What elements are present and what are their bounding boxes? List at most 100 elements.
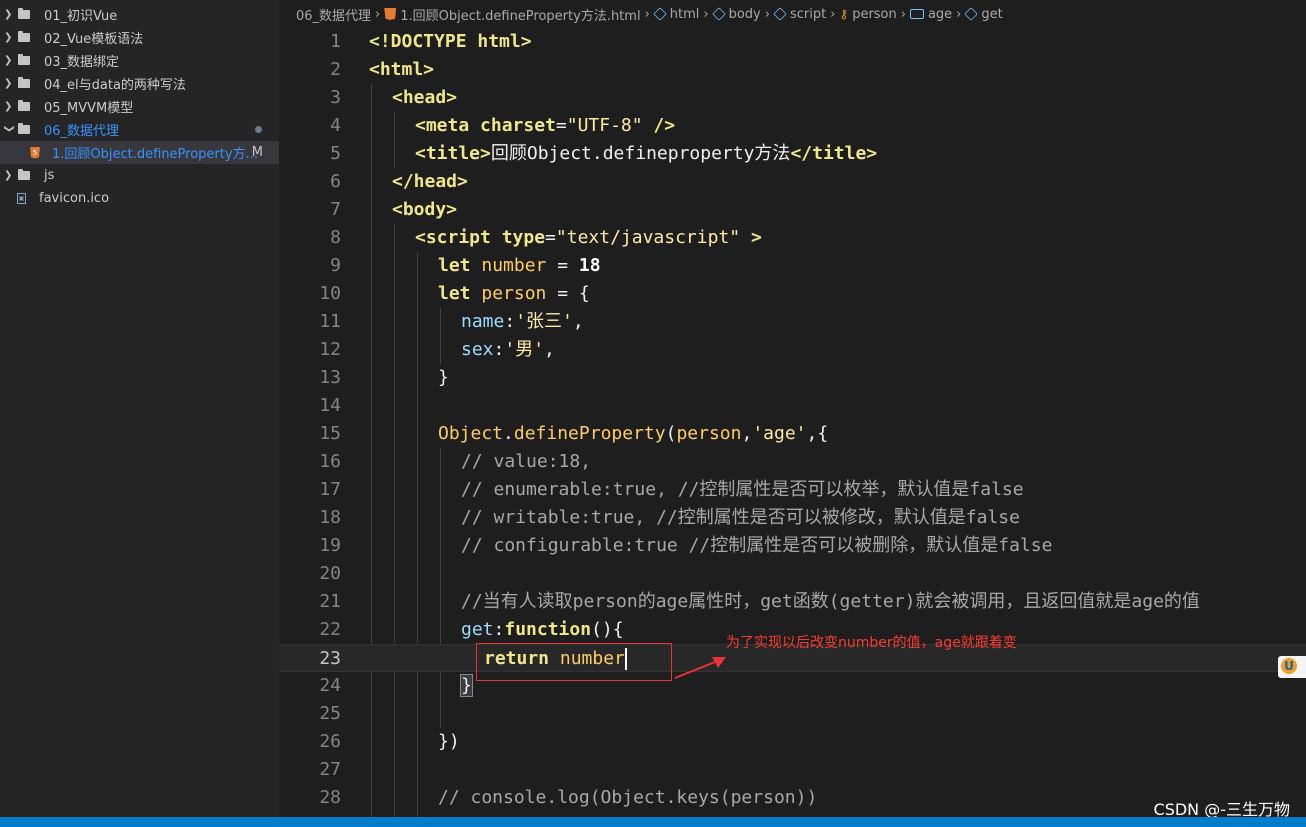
- breadcrumb-item[interactable]: body: [729, 7, 761, 22]
- code-token: =: [555, 115, 567, 136]
- code-line: 25: [279, 700, 1306, 728]
- code-line: 3 <head>: [279, 84, 1306, 112]
- code-token: }: [438, 367, 449, 388]
- tree-folder-06[interactable]: ❯ 06_数据代理: [0, 118, 279, 141]
- modified-dot-icon: [255, 126, 262, 133]
- tree-folder-05[interactable]: ❯ 05_MVVM模型: [0, 95, 279, 118]
- line-number: 7: [330, 199, 341, 220]
- line-number: 3: [330, 87, 341, 108]
- code-token: ,: [544, 339, 555, 360]
- tree-item-label: 01_初识Vue: [44, 9, 118, 24]
- tree-folder-02[interactable]: ❯ 02_Vue模板语法: [0, 26, 279, 49]
- code-line: 26}): [279, 728, 1306, 756]
- tree-folder-js[interactable]: ❯ js: [0, 164, 279, 187]
- code-comment: // writable:true, //控制属性是否可以被修改，默认值是fals…: [461, 507, 1020, 528]
- tree-file-favicon[interactable]: ▣ favicon.ico: [0, 187, 279, 210]
- folder-icon: [18, 77, 30, 88]
- breadcrumb: 06_数据代理 › 1.回顾Object.defineProperty方法.ht…: [279, 0, 1306, 28]
- explorer-sidebar: ❯ 01_初识Vue ❯ 02_Vue模板语法 ❯ 03_数据绑定 ❯ 04_e…: [0, 0, 279, 817]
- tree-folder-03[interactable]: ❯ 03_数据绑定: [0, 49, 279, 72]
- line-number: 2: [330, 59, 341, 80]
- line-number: 5: [330, 143, 341, 164]
- code-line: 13}: [279, 364, 1306, 392]
- code-token: <script: [415, 227, 491, 248]
- code-line: 28 // console.log(Object.keys(person)): [279, 784, 1306, 812]
- breadcrumb-item[interactable]: 1.回顾Object.defineProperty方法.html: [400, 5, 640, 24]
- code-line: 11 name:'张三',: [279, 308, 1306, 336]
- variable-icon: ⚷: [839, 7, 849, 21]
- code-token: <!DOCTYPE html>: [369, 31, 532, 52]
- line-number: 11: [319, 311, 341, 332]
- chevron-right-icon: ›: [644, 6, 650, 22]
- chevron-right-icon: ❯: [4, 170, 13, 181]
- code-line: 19 // configurable:true //控制属性是否可以被删除，默认值…: [279, 532, 1306, 560]
- tree-item-label: 03_数据绑定: [44, 55, 120, 70]
- element-icon: [711, 7, 726, 21]
- breadcrumb-item[interactable]: html: [670, 7, 700, 22]
- status-bar: [0, 817, 1306, 827]
- tree-item-label: favicon.ico: [39, 191, 110, 206]
- line-number: 22: [319, 619, 341, 640]
- code-line: 12 sex:'男',: [279, 336, 1306, 364]
- extension-badge[interactable]: U: [1278, 656, 1306, 678]
- code-token: </title>: [790, 143, 878, 164]
- code-comment: // configurable:true //控制属性是否可以被删除，默认值是f…: [461, 535, 1053, 556]
- code-editor[interactable]: 1 <!DOCTYPE html> 2 <html> 3 <head> 4 <meta …: [279, 28, 1306, 817]
- chevron-right-icon: ❯: [4, 55, 13, 66]
- line-number: 20: [319, 563, 341, 584]
- code-line: 2 <html>: [279, 56, 1306, 84]
- code-line: 14: [279, 392, 1306, 420]
- code-line: 17 // enumerable:true, //控制属性是否可以枚举，默认值是f…: [279, 476, 1306, 504]
- code-line: 15 Object.defineProperty(person,'age',{: [279, 420, 1306, 448]
- line-number: 27: [319, 759, 341, 780]
- chevron-right-icon: ›: [900, 6, 906, 22]
- chevron-right-icon: ›: [764, 6, 770, 22]
- code-line: 6 </head>: [279, 168, 1306, 196]
- code-token: = {: [546, 283, 590, 304]
- annotation-text: 为了实现以后改变number的值，age就跟着变: [726, 635, 1017, 651]
- tree-file-define-property[interactable]: 5 1.回顾Object.defineProperty方... M: [0, 141, 279, 164]
- code-token: charset: [469, 115, 556, 136]
- breadcrumb-item[interactable]: 06_数据代理: [296, 5, 371, 24]
- method-icon: [964, 7, 979, 21]
- code-token: <html>: [369, 59, 435, 80]
- code-token: (: [665, 423, 677, 444]
- line-number: 26: [319, 731, 341, 752]
- tree-item-label: 04_el与data的两种写法: [44, 78, 186, 93]
- chevron-right-icon: ❯: [4, 78, 13, 89]
- code-line: 20: [279, 560, 1306, 588]
- breadcrumb-item[interactable]: age: [928, 7, 952, 22]
- line-number: 10: [319, 283, 341, 304]
- code-token: ,: [572, 311, 584, 332]
- code-line: 5 <title>回顾Object.defineproperty方法</title…: [279, 140, 1306, 168]
- chevron-right-icon: ❯: [4, 32, 13, 43]
- folder-icon: [18, 31, 30, 42]
- code-token: person: [470, 283, 547, 304]
- line-number: 8: [330, 227, 341, 248]
- breadcrumb-item[interactable]: get: [981, 7, 1002, 22]
- code-token: :: [493, 339, 505, 360]
- code-token: person: [676, 423, 742, 444]
- tree-item-label: js: [44, 168, 55, 183]
- code-line: 18 // writable:true, //控制属性是否可以被修改，默认值是fa…: [279, 504, 1306, 532]
- folder-icon: [18, 169, 30, 180]
- code-token: .: [503, 423, 514, 444]
- line-number: 14: [319, 395, 341, 416]
- code-token: =: [546, 255, 579, 276]
- folder-open-icon: [18, 123, 30, 134]
- code-token: <title>: [415, 143, 491, 164]
- code-line: 24}: [279, 672, 1306, 700]
- annotation-highlight-box: [476, 643, 672, 681]
- code-line: 9 let number = 18: [279, 252, 1306, 280]
- breadcrumb-item[interactable]: person: [852, 7, 897, 22]
- tree-folder-04[interactable]: ❯ 04_el与data的两种写法: [0, 72, 279, 95]
- code-comment: // console.log(Object.keys(person)): [438, 787, 818, 808]
- code-token: <meta: [415, 115, 470, 136]
- tree-folder-01[interactable]: ❯ 01_初识Vue: [0, 3, 279, 26]
- code-token: ,: [741, 423, 753, 444]
- element-icon: [773, 7, 787, 21]
- breadcrumb-item[interactable]: script: [790, 7, 826, 22]
- folder-icon: [18, 100, 30, 111]
- line-number: 28: [319, 787, 341, 808]
- code-token: let: [438, 283, 471, 304]
